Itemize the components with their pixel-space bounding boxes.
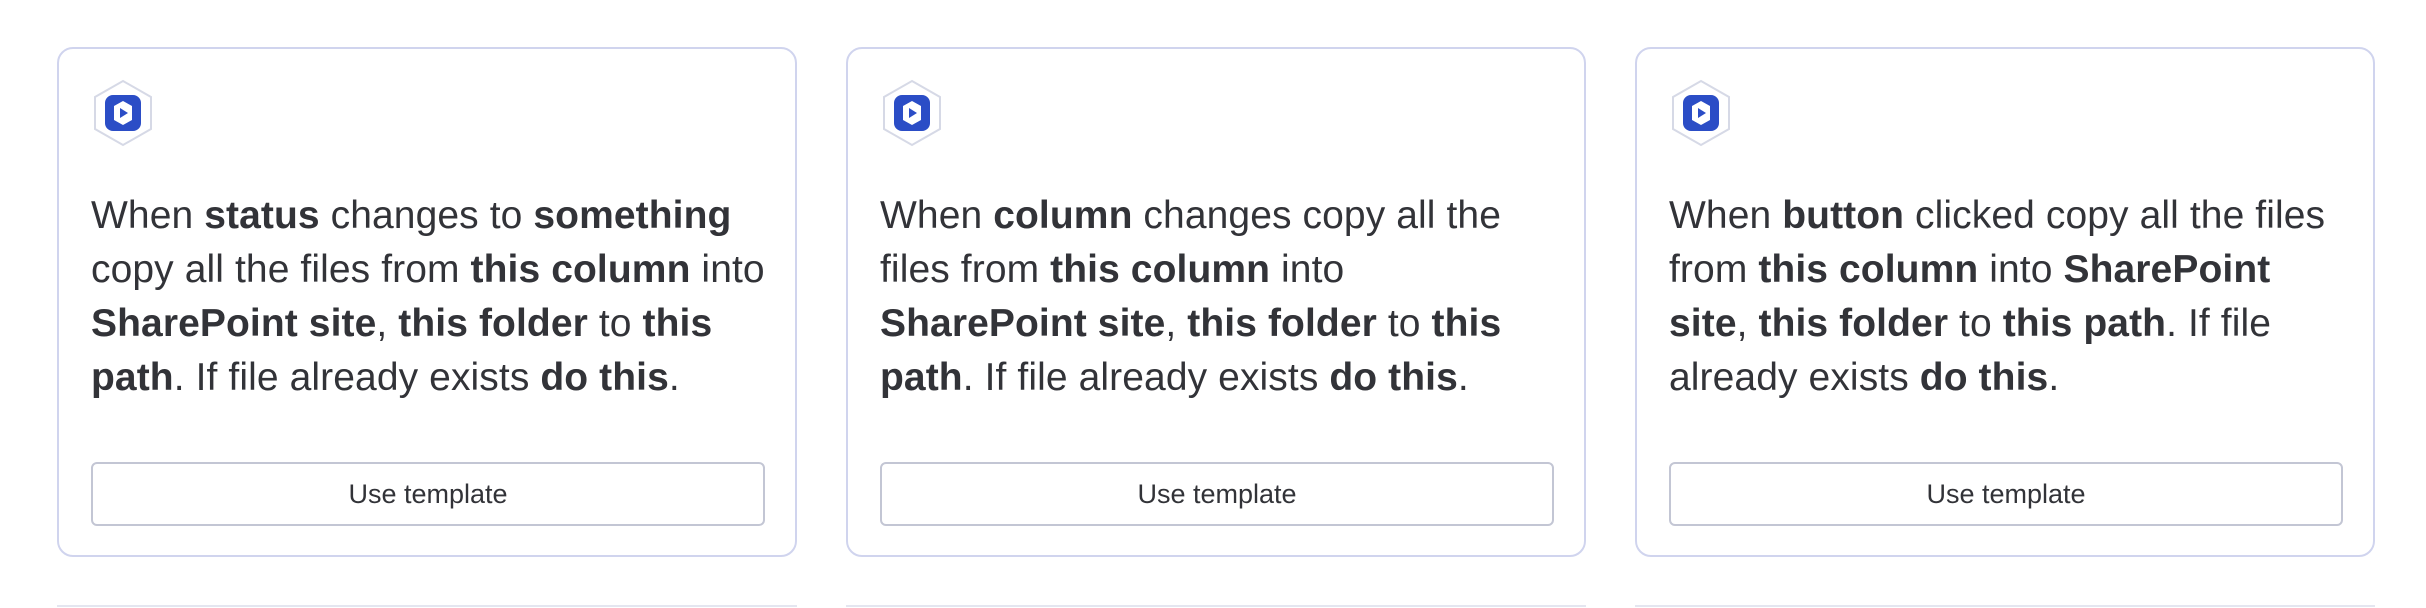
template-card: When button clicked copy all the files f… bbox=[1635, 47, 2375, 557]
desc-segment-bold: this folder bbox=[398, 302, 588, 345]
desc-segment: . bbox=[668, 356, 680, 399]
desc-segment: , bbox=[376, 302, 399, 345]
desc-segment: When bbox=[91, 194, 205, 237]
template-card: When status changes to something copy al… bbox=[57, 47, 797, 557]
desc-segment: changes to bbox=[319, 194, 534, 237]
desc-segment-bold: SharePoint site bbox=[880, 302, 1166, 345]
desc-segment: , bbox=[1165, 302, 1188, 345]
desc-segment-bold: this folder bbox=[1187, 302, 1377, 345]
desc-segment-bold: status bbox=[204, 194, 320, 237]
template-description: When status changes to something copy al… bbox=[91, 189, 771, 405]
desc-segment-bold: this path bbox=[2002, 302, 2167, 345]
desc-segment-bold: this column bbox=[470, 248, 691, 291]
desc-segment-bold: this folder bbox=[1758, 302, 1949, 345]
desc-segment: When bbox=[880, 194, 994, 237]
desc-segment-bold: column bbox=[993, 194, 1133, 237]
desc-segment-bold: SharePoint site bbox=[91, 302, 377, 345]
template-card-grid: When status changes to something copy al… bbox=[57, 47, 2375, 557]
desc-segment-bold: do this bbox=[1919, 356, 2049, 399]
template-description: When button clicked copy all the files f… bbox=[1669, 189, 2349, 405]
desc-segment: . If file already exists bbox=[173, 356, 541, 399]
use-template-button[interactable]: Use template bbox=[880, 462, 1554, 526]
desc-segment-bold: button bbox=[1782, 194, 1905, 237]
desc-segment: . bbox=[2048, 356, 2060, 399]
app-logo-icon bbox=[1669, 79, 1733, 147]
template-card: When column changes copy all the files f… bbox=[846, 47, 1586, 557]
template-description: When column changes copy all the files f… bbox=[880, 189, 1560, 405]
desc-segment: into bbox=[690, 248, 765, 291]
desc-segment: , bbox=[1736, 302, 1759, 345]
desc-segment: to bbox=[1376, 302, 1432, 345]
desc-segment: to bbox=[587, 302, 643, 345]
desc-segment: to bbox=[1948, 302, 2003, 345]
desc-segment: into bbox=[1270, 248, 1345, 291]
desc-segment-bold: this column bbox=[1758, 248, 1979, 291]
desc-segment-bold: do this bbox=[540, 356, 669, 399]
app-logo-icon bbox=[880, 79, 944, 147]
desc-segment: When bbox=[1669, 194, 1783, 237]
use-template-button[interactable]: Use template bbox=[1669, 462, 2343, 526]
desc-segment: . If file already exists bbox=[962, 356, 1330, 399]
desc-segment: into bbox=[1978, 248, 2064, 291]
desc-segment-bold: this column bbox=[1050, 248, 1271, 291]
desc-segment-bold: do this bbox=[1329, 356, 1458, 399]
desc-segment: copy all the files from bbox=[91, 248, 471, 291]
desc-segment: . bbox=[1457, 356, 1469, 399]
app-logo-icon bbox=[91, 79, 155, 147]
use-template-button[interactable]: Use template bbox=[91, 462, 765, 526]
desc-segment-bold: something bbox=[533, 194, 732, 237]
